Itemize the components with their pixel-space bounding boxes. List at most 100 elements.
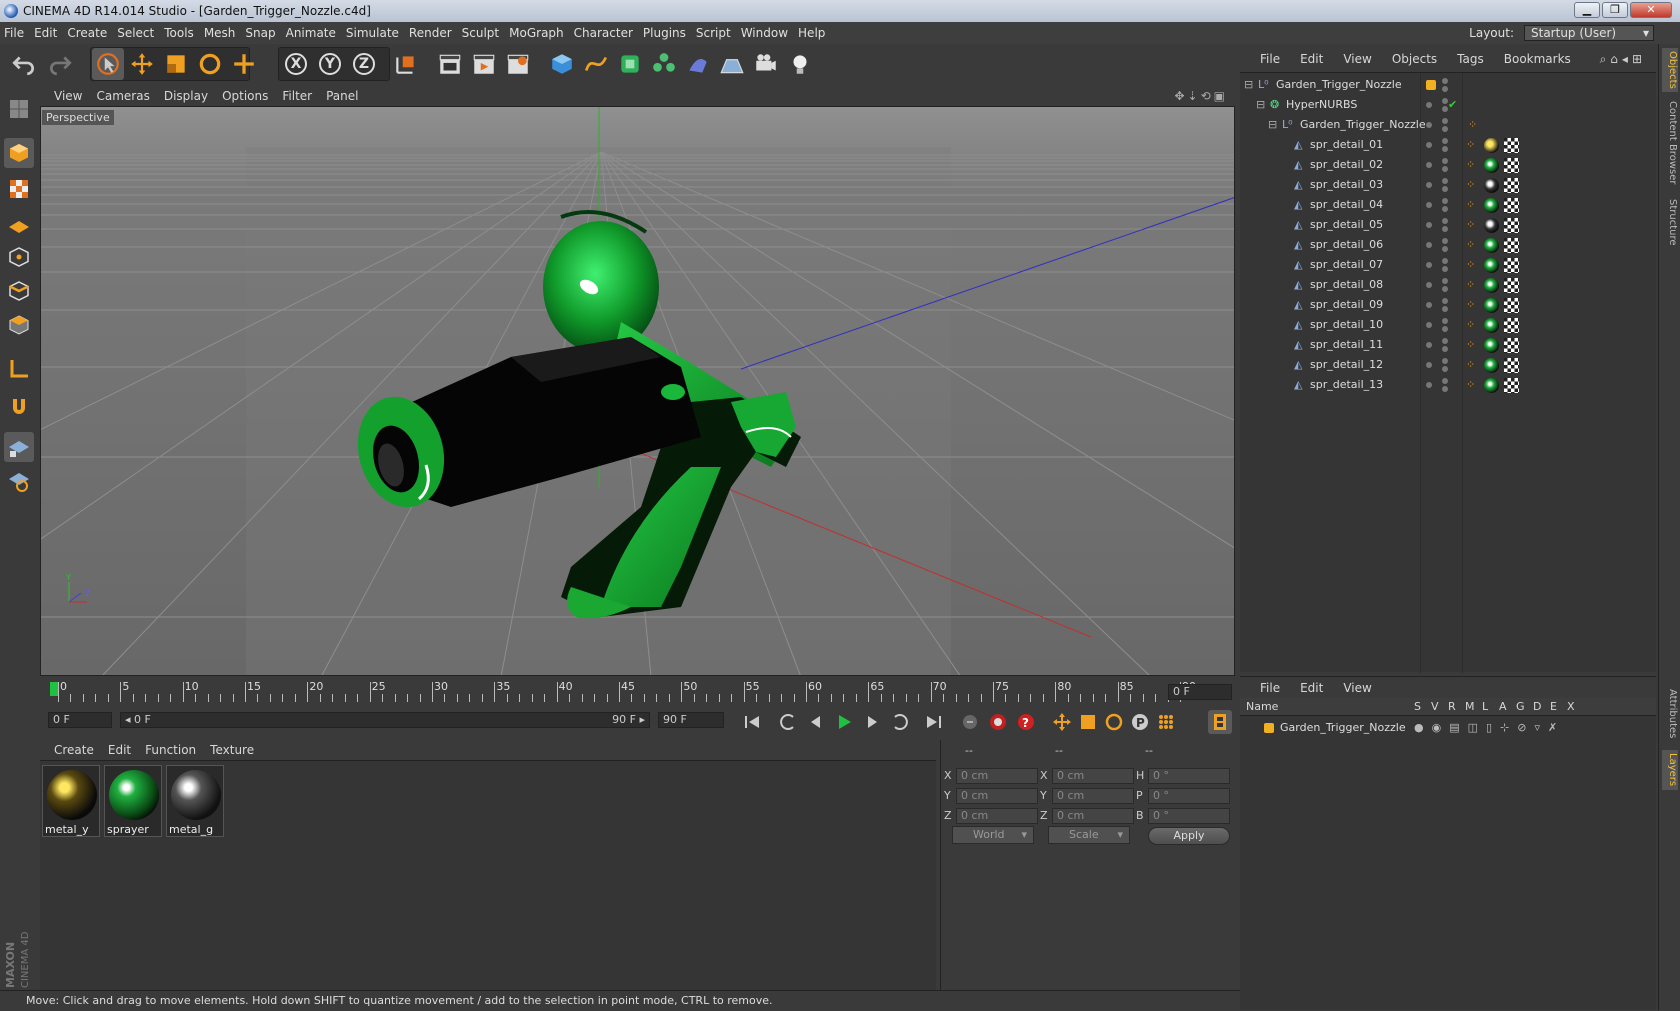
material-tag-icon[interactable] — [1484, 338, 1499, 353]
render-visibility-dot[interactable] — [1442, 166, 1448, 172]
render-picture-viewer-button[interactable] — [468, 48, 500, 80]
material-swatch[interactable]: metal_g — [166, 765, 224, 837]
coordinate-field[interactable]: 0 cm — [956, 788, 1038, 804]
tab-layers[interactable]: Layers — [1662, 750, 1678, 790]
end-frame-field[interactable]: 90 F — [658, 712, 724, 728]
object-row-child[interactable]: ◭ spr_detail_02 ⁘ — [1240, 155, 1656, 175]
render-visibility-dot[interactable] — [1442, 306, 1448, 312]
layer-toggles-icons[interactable]: ●◉▤◫▯⊹⊘▿✗ — [1414, 718, 1565, 738]
uvw-tag-icon[interactable] — [1504, 158, 1519, 173]
render-visibility-dot[interactable] — [1442, 226, 1448, 232]
add-environment-button[interactable] — [716, 48, 748, 80]
editor-visibility-dot[interactable] — [1442, 78, 1448, 84]
menu-script[interactable]: Script — [696, 26, 731, 40]
layer-row[interactable]: Garden_Trigger_Nozzle ●◉▤◫▯⊹⊘▿✗ — [1240, 718, 1656, 738]
menu-mesh[interactable]: Mesh — [204, 26, 236, 40]
material-tag-icon[interactable] — [1484, 178, 1499, 193]
material-tag-icon[interactable] — [1484, 278, 1499, 293]
editor-visibility-dot[interactable] — [1442, 258, 1448, 264]
menu-plugins[interactable]: Plugins — [643, 26, 686, 40]
render-visibility-dot[interactable] — [1442, 266, 1448, 272]
add-deformer-button[interactable] — [682, 48, 714, 80]
autokey-button[interactable] — [986, 710, 1010, 734]
menu-simulate[interactable]: Simulate — [346, 26, 399, 40]
phong-tag-icon[interactable]: ⁘ — [1466, 195, 1475, 215]
menu-render[interactable]: Render — [409, 26, 452, 40]
record-keys-button[interactable] — [958, 710, 982, 734]
coordinate-space-dropdown[interactable]: World — [952, 826, 1034, 844]
key-scale-button[interactable] — [1076, 710, 1100, 734]
layer-menu-edit[interactable]: Edit — [1300, 681, 1323, 695]
phong-tag-icon[interactable]: ⁘ — [1466, 235, 1475, 255]
menu-animate[interactable]: Animate — [286, 26, 336, 40]
workplane-rotate-button[interactable] — [4, 466, 34, 496]
render-view-button[interactable] — [434, 48, 466, 80]
material-tag-icon[interactable] — [1484, 318, 1499, 333]
uvw-tag-icon[interactable] — [1504, 258, 1519, 273]
close-button[interactable]: ✕ — [1630, 2, 1672, 18]
object-row-child[interactable]: ◭ spr_detail_05 ⁘ — [1240, 215, 1656, 235]
viewport-menu-view[interactable]: View — [54, 89, 82, 103]
menu-sculpt[interactable]: Sculpt — [462, 26, 499, 40]
editor-visibility-dot[interactable] — [1442, 218, 1448, 224]
viewport-menu-panel[interactable]: Panel — [326, 89, 358, 103]
menu-help[interactable]: Help — [798, 26, 825, 40]
object-row-child[interactable]: ◭ spr_detail_06 ⁘ — [1240, 235, 1656, 255]
coordinate-field[interactable]: 0 ° — [1148, 768, 1230, 784]
go-to-end-button[interactable] — [922, 710, 946, 734]
editor-visibility-dot[interactable] — [1442, 238, 1448, 244]
tab-attributes[interactable]: Attributes — [1662, 684, 1678, 744]
object-manager-search-icon[interactable]: ⌕⌂◂⊞ — [1600, 48, 1646, 70]
coordinate-system-button[interactable] — [390, 48, 422, 80]
material-menu-edit[interactable]: Edit — [108, 743, 131, 757]
rotate-tool-button[interactable] — [194, 48, 226, 80]
enabled-check-icon[interactable]: ✔ — [1448, 95, 1457, 115]
tab-objects[interactable]: Objects — [1662, 48, 1678, 92]
menu-mograph[interactable]: MoGraph — [509, 26, 564, 40]
coordinate-field[interactable]: 0 cm — [1052, 788, 1134, 804]
object-menu-file[interactable]: File — [1260, 52, 1280, 66]
axis-mode-button[interactable] — [4, 354, 34, 384]
material-tag-icon[interactable] — [1484, 298, 1499, 313]
tab-content-browser[interactable]: Content Browser — [1662, 98, 1678, 188]
uvw-tag-icon[interactable] — [1504, 338, 1519, 353]
editor-visibility-dot[interactable] — [1442, 198, 1448, 204]
material-swatch[interactable]: sprayer — [104, 765, 162, 837]
layer-menu-view[interactable]: View — [1343, 681, 1371, 695]
object-row-hypernurbs[interactable]: ⊟ ❂ HyperNURBS ✔ — [1240, 95, 1656, 115]
make-editable-button[interactable] — [4, 94, 34, 124]
material-tag-icon[interactable] — [1484, 218, 1499, 233]
add-nurbs-button[interactable] — [614, 48, 646, 80]
z-axis-lock-button[interactable]: Z — [348, 48, 380, 80]
keyframe-selection-button[interactable]: ? — [1014, 710, 1038, 734]
timeline-layout-button[interactable] — [1208, 710, 1232, 734]
redo-button[interactable] — [44, 48, 76, 80]
texture-mode-button[interactable] — [4, 174, 34, 204]
phong-tag-icon[interactable]: ⁘ — [1466, 255, 1475, 275]
previous-frame-button[interactable] — [804, 710, 828, 734]
object-row-child[interactable]: ◭ spr_detail_07 ⁘ — [1240, 255, 1656, 275]
phong-tag-icon[interactable]: ⁘ — [1466, 355, 1475, 375]
y-axis-lock-button[interactable]: Y — [314, 48, 346, 80]
minimize-button[interactable]: ▁ — [1574, 2, 1600, 18]
render-visibility-dot[interactable] — [1442, 386, 1448, 392]
object-row-child[interactable]: ◭ spr_detail_01 ⁘ — [1240, 135, 1656, 155]
material-tag-icon[interactable] — [1484, 258, 1499, 273]
object-menu-bookmarks[interactable]: Bookmarks — [1504, 52, 1571, 66]
add-spline-button[interactable] — [580, 48, 612, 80]
render-visibility-dot[interactable] — [1442, 186, 1448, 192]
go-to-start-button[interactable] — [740, 710, 764, 734]
editor-visibility-dot[interactable] — [1442, 178, 1448, 184]
material-tag-icon[interactable] — [1484, 198, 1499, 213]
uvw-tag-icon[interactable] — [1504, 298, 1519, 313]
object-menu-edit[interactable]: Edit — [1300, 52, 1323, 66]
coordinate-field[interactable]: 0 cm — [1052, 768, 1134, 784]
timeline-ruler[interactable]: 0510152025303540455055606570758085900 F — [40, 680, 1236, 704]
object-row-child[interactable]: ◭ spr_detail_11 ⁘ — [1240, 335, 1656, 355]
material-tag-icon[interactable] — [1484, 138, 1499, 153]
collapse-toggle-icon[interactable]: ⊟ — [1268, 115, 1277, 135]
size-mode-dropdown[interactable]: Scale — [1048, 826, 1130, 844]
coordinate-field[interactable]: 0 ° — [1148, 808, 1230, 824]
menu-select[interactable]: Select — [117, 26, 154, 40]
editor-visibility-dot[interactable] — [1442, 298, 1448, 304]
